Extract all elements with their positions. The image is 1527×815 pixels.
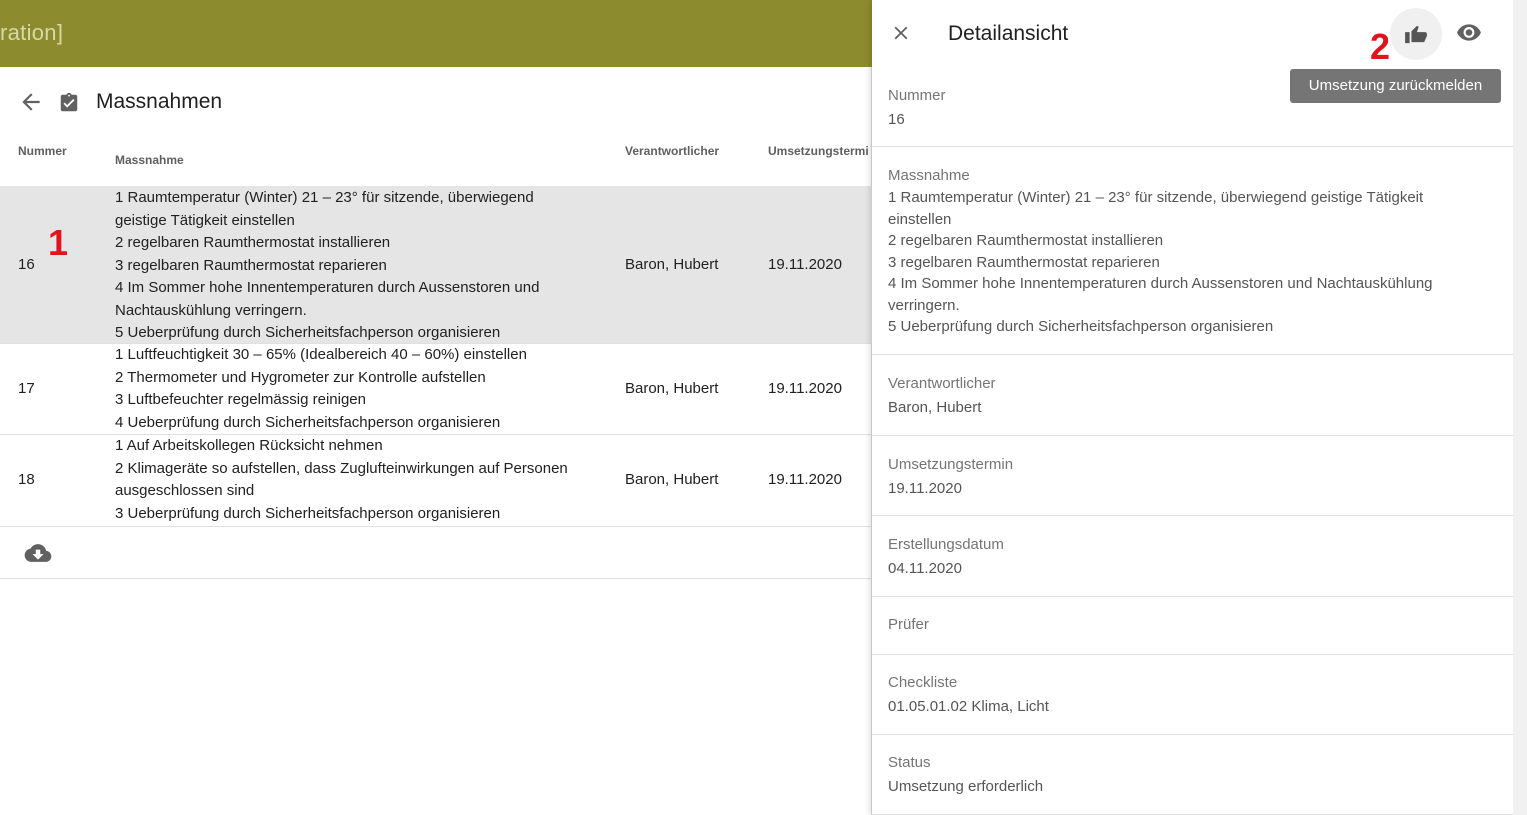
row-verantwortlicher: Baron, Hubert (625, 380, 719, 397)
field-label: Nummer (888, 87, 946, 104)
field-erstellungsdatum: Erstellungsdatum 04.11.2020 (872, 516, 1513, 597)
field-value: Umsetzung erforderlich (888, 778, 1044, 795)
massnahme-line: Nachtauskühlung verringern. (115, 301, 307, 319)
column-header-verantwortlicher[interactable]: Verantwortlicher (625, 144, 719, 158)
scrollbar[interactable] (1513, 0, 1527, 815)
field-pruefer: Prüfer (872, 597, 1513, 655)
massnahme-line: 2 Thermometer und Hygrometer zur Kontrol… (115, 368, 486, 386)
massnahme-line: 4 Im Sommer hohe Innentemperaturen durch… (888, 275, 1433, 292)
massnahmen-list-pane: Massnahmen Nummer Massnahme Verantwortli… (0, 67, 872, 815)
row-verantwortlicher: Baron, Hubert (625, 256, 719, 273)
field-value: 04.11.2020 (888, 560, 962, 577)
massnahme-line: 5 Ueberprüfung durch Sicherheitsfachpers… (115, 324, 501, 341)
massnahme-line: 1 Raumtemperatur (Winter) 21 – 23° für s… (888, 189, 1424, 206)
column-header-nummer[interactable]: Nummer (18, 144, 67, 158)
report-implementation-button[interactable] (1390, 8, 1442, 60)
field-label: Prüfer (888, 616, 929, 633)
field-verantwortlicher: Verantwortlicher Baron, Hubert (872, 355, 1513, 436)
close-icon[interactable] (890, 22, 912, 44)
field-umsetzungstermin: Umsetzungstermin 19.11.2020 (872, 436, 1513, 516)
field-status: Status Umsetzung erforderlich (872, 735, 1513, 815)
massnahme-line: 5 Ueberprüfung durch Sicherheitsfachpers… (888, 318, 1274, 335)
arrow-left-icon[interactable] (18, 89, 44, 115)
massnahme-line: 3 Ueberprüfung durch Sicherheitsfachpers… (115, 504, 501, 522)
field-value: 19.11.2020 (888, 480, 962, 497)
table-row[interactable]: 17 1 Luftfeuchtigkeit 30 – 65% (Idealber… (0, 344, 872, 435)
column-header-umsetzungstermin[interactable]: Umsetzungstermi (768, 144, 869, 158)
field-label: Status (888, 754, 931, 771)
massnahme-line: einstellen (888, 210, 952, 228)
eye-icon[interactable] (1456, 22, 1482, 44)
massnahme-line: 1 Raumtemperatur (Winter) 21 – 23° für s… (115, 189, 534, 206)
annotation-marker-1: 1 (48, 222, 69, 263)
table-footer (0, 527, 872, 579)
field-label: Verantwortlicher (888, 375, 996, 392)
row-umsetzungstermin: 19.11.2020 (768, 380, 842, 397)
detail-panel: Detailansicht 2 Umsetzung zurückmelden N… (872, 0, 1513, 815)
field-value: 01.05.01.02 Klima, Licht (888, 698, 1049, 715)
massnahme-line: 2 Klimageräte so aufstellen, dass Zugluf… (115, 459, 568, 477)
field-value: 16 (888, 111, 905, 128)
table-row[interactable]: 18 1 Auf Arbeitskollegen Rücksicht nehme… (0, 435, 872, 527)
field-value: 1 Raumtemperatur (Winter) 21 – 23° für s… (888, 187, 1488, 338)
massnahme-line: 1 Auf Arbeitskollegen Rücksicht nehmen (115, 437, 383, 454)
row-massnahme: 1 Luftfeuchtigkeit 30 – 65% (Idealbereic… (115, 344, 595, 434)
field-label: Massnahme (888, 167, 970, 184)
massnahme-line: 4 Im Sommer hohe Innentemperaturen durch… (115, 279, 540, 296)
massnahme-line: ausgeschlossen sind (115, 482, 255, 499)
field-label: Umsetzungstermin (888, 456, 1014, 473)
row-nummer: 16 (18, 256, 35, 273)
row-nummer: 17 (18, 380, 35, 397)
row-umsetzungstermin: 19.11.2020 (768, 256, 842, 273)
annotation-marker-2: 2 (1370, 26, 1391, 67)
app-title: ration] (0, 20, 64, 45)
massnahme-line: 3 Luftbefeuchter regelmässig reinigen (115, 391, 366, 408)
field-label: Erstellungsdatum (888, 536, 1004, 553)
cloud-download-icon[interactable] (24, 543, 52, 563)
row-massnahme: 1 Auf Arbeitskollegen Rücksicht nehmen 2… (115, 435, 595, 525)
thumb-right-icon (1405, 25, 1427, 44)
massnahme-line: 2 regelbaren Raumthermostat installieren (115, 234, 391, 251)
row-umsetzungstermin: 19.11.2020 (768, 471, 842, 488)
page-title: Massnahmen (96, 90, 223, 113)
field-label: Checkliste (888, 674, 958, 691)
massnahme-line: geistige Tätigkeit einstellen (115, 211, 295, 229)
row-nummer: 18 (18, 471, 35, 488)
field-value: Baron, Hubert (888, 399, 982, 416)
massnahme-line: 3 regelbaren Raumthermostat reparieren (115, 256, 387, 274)
field-checkliste: Checkliste 01.05.01.02 Klima, Licht (872, 655, 1513, 735)
app-header-bar: ration] (0, 0, 872, 67)
massnahme-line: 3 regelbaren Raumthermostat reparieren (888, 253, 1160, 271)
clipboard-check-icon (60, 92, 78, 112)
massnahme-line: verringern. (888, 296, 960, 314)
massnahme-line: 1 Luftfeuchtigkeit 30 – 65% (Idealbereic… (115, 346, 527, 363)
row-verantwortlicher: Baron, Hubert (625, 471, 719, 488)
page-header: Massnahmen (0, 67, 872, 137)
detail-title: Detailansicht (948, 22, 1069, 45)
field-massnahme: Massnahme 1 Raumtemperatur (Winter) 21 –… (872, 147, 1513, 355)
field-nummer: Nummer 16 (872, 67, 1513, 147)
massnahme-line: 4 Ueberprüfung durch Sicherheitsfachpers… (115, 413, 501, 431)
row-massnahme: 1 Raumtemperatur (Winter) 21 – 23° für s… (115, 187, 595, 345)
massnahme-line: 2 regelbaren Raumthermostat installieren (888, 232, 1164, 249)
table-row[interactable]: 16 1 Raumtemperatur (Winter) 21 – 23° fü… (0, 186, 872, 344)
column-header-massnahme[interactable]: Massnahme (115, 153, 184, 167)
